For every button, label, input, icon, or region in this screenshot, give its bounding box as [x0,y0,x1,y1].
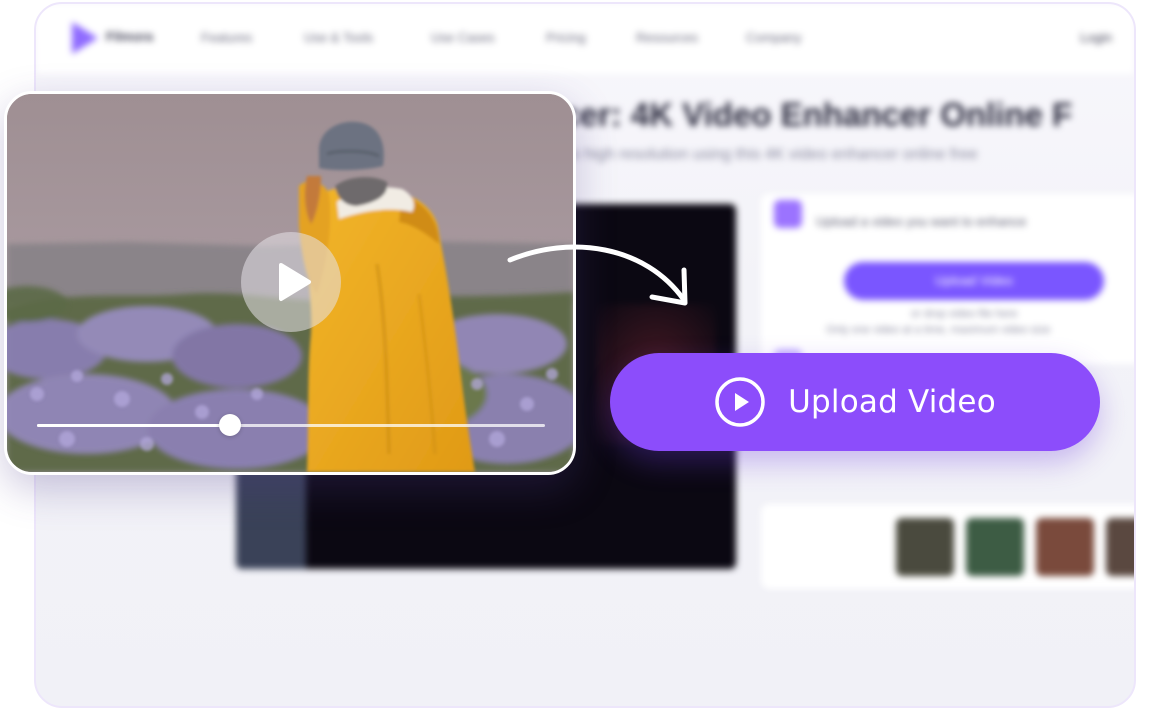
sample-thumbnail[interactable] [1106,518,1134,576]
nav-item-company[interactable]: Company [746,30,802,45]
upload-video-label: Upload Video [788,384,996,420]
sample-thumbnail[interactable] [1036,518,1094,576]
backdrop-page-title: ncer: 4K Video Enhancer Online F [541,96,1073,133]
video-play-button[interactable] [241,232,341,332]
login-link[interactable]: Login [1080,30,1112,45]
play-icon [279,263,311,301]
backdrop-drop-hint: or drop video file here [911,308,1018,320]
sample-thumbnail[interactable] [896,518,954,576]
play-circle-icon [714,376,766,428]
video-progress-bar[interactable] [37,414,545,436]
video-preview-card[interactable] [4,91,576,475]
nav-item-resources[interactable]: Resources [636,30,698,45]
brand-logo-icon [72,22,98,54]
backdrop-page-subtitle: o high resolution using this 4K video en… [571,146,978,163]
backdrop-size-note: Only one video at a time, maximum video … [826,324,1051,336]
step-one-text: Upload a video you want to enhance [816,214,1027,229]
nav-item-use-cases[interactable]: Use Cases [431,30,495,45]
nav-item-tools[interactable]: Use & Tools [304,30,373,45]
progress-fill [37,424,231,427]
nav-item-features[interactable]: Features [201,30,252,45]
upload-video-button[interactable]: Upload Video [610,353,1100,451]
backdrop-upload-button[interactable]: Upload Video [844,262,1104,300]
backdrop-navbar: Filmora Features Use & Tools Use Cases P… [36,4,1134,74]
brand-name: Filmora [106,29,153,44]
nav-item-pricing[interactable]: Pricing [546,30,586,45]
step-one-badge [774,200,802,228]
curved-arrow-icon [507,244,688,306]
sample-thumbnail[interactable] [966,518,1024,576]
progress-scrubber-handle[interactable] [219,414,242,436]
stage: Filmora Features Use & Tools Use Cases P… [0,0,1160,708]
